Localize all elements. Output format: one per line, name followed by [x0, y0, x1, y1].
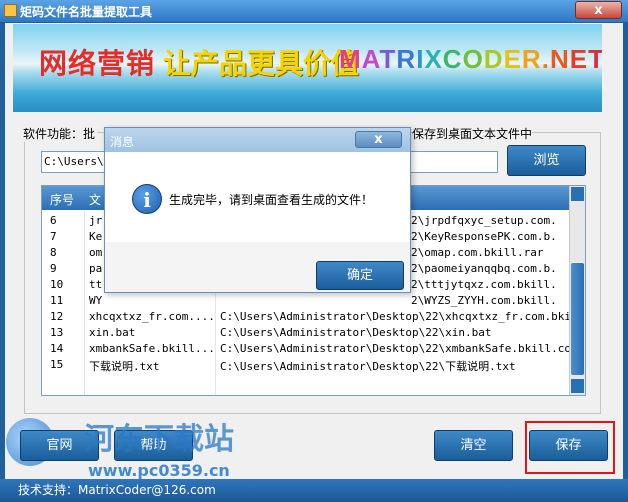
column-header-number[interactable]: 序号	[50, 191, 74, 208]
status-text: 技术支持：MatrixCoder@126.com	[18, 483, 216, 497]
window-title: 矩码文件名批量提取工具	[20, 5, 153, 19]
dialog-body: i 生成完毕，请到桌面查看生成的文件！	[105, 152, 410, 242]
banner-letter: M	[339, 44, 362, 74]
row-path: C:\Users\Administrator\Desktop\22\xmbank…	[220, 342, 578, 355]
row-path: C:\Users\Administrator\Desktop\22\下载说明.t…	[220, 360, 516, 373]
row-filename: tt	[89, 278, 103, 291]
list-item[interactable]: 13 xin.bat C:\Users\Administrator\Desktop\…	[42, 325, 569, 341]
list-item[interactable]: 12 xhcqxtxz_fr.com.... C:\Users\Administra…	[42, 309, 578, 325]
banner-letter: A	[361, 44, 380, 74]
row-filename: WY	[89, 294, 103, 307]
banner-text-en: MATRIXCODER.NET	[339, 44, 602, 75]
column-header-name[interactable]: 文	[89, 191, 101, 208]
banner-letter: T	[379, 44, 397, 74]
banner-letter: R	[396, 44, 417, 74]
watermark-url: www.pc0359.cn	[88, 461, 230, 480]
row-number: 15	[50, 358, 64, 371]
row-number: 11	[50, 294, 64, 307]
row-path: 2\jrpdfqxyc_setup.com.	[411, 214, 557, 227]
feature-description: 软件功能：批	[23, 125, 98, 142]
app-icon	[4, 4, 17, 17]
row-path: 2\paomeiyanqqbq.com.b.	[411, 262, 557, 275]
ok-button[interactable]: 确定	[316, 261, 404, 290]
banner-letter: E	[503, 44, 522, 74]
row-path: 2\omap.com.bkill.rar	[411, 246, 544, 259]
row-filename: xhcqxtxz_fr.com....	[89, 310, 215, 323]
row-path: C:\Users\Administrator\Desktop\22\xhcqxt…	[220, 310, 578, 323]
row-number: 14	[50, 342, 64, 355]
list-item[interactable]: 11 WY 2\WYZS_ZYYH.com.bkill.	[42, 293, 569, 309]
row-number: 9	[50, 262, 57, 275]
row-filename: jr	[89, 214, 103, 227]
dialog-title: 消息	[110, 135, 135, 149]
message-dialog: 消息 x i 生成完毕，请到桌面查看生成的文件！ 确定	[104, 127, 411, 293]
dialog-close-button[interactable]: x	[355, 131, 402, 148]
list-scrollbar[interactable]	[569, 186, 585, 395]
close-button[interactable]: x	[575, 1, 622, 19]
row-filename: 下载说明.txt	[89, 360, 160, 373]
scroll-thumb[interactable]	[571, 263, 584, 375]
row-filename: pa	[89, 262, 103, 275]
banner-image: 网络营销 让产品更具价值 MATRIXCODER.NET	[13, 24, 602, 112]
row-number: 10	[50, 278, 64, 291]
clear-button[interactable]: 清空	[434, 430, 513, 461]
banner-letter: N	[549, 44, 570, 74]
banner-letter: O	[462, 44, 484, 74]
row-path: 2\tttjytqxz.com.bkill.	[411, 278, 557, 291]
banner-letter: X	[424, 44, 443, 74]
app-window: 矩码文件名批量提取工具 x 网络营销 让产品更具价值 MATRIXCODER.N…	[0, 0, 628, 502]
dialog-message: 生成完毕，请到桌面查看生成的文件！	[169, 193, 374, 207]
row-number: 12	[50, 310, 64, 323]
title-bar[interactable]: 矩码文件名批量提取工具 x	[0, 0, 628, 22]
row-path: 2\WYZS_ZYYH.com.bkill.	[411, 294, 557, 307]
banner-letter: D	[483, 44, 504, 74]
row-number: 6	[50, 214, 57, 227]
row-number: 7	[50, 230, 57, 243]
row-filename: xmbankSafe.bkill...	[89, 342, 215, 355]
banner-text-cn2: 让产品更具价值	[163, 47, 360, 80]
scroll-up-arrow-icon[interactable]	[571, 187, 584, 201]
row-path: C:\Users\Administrator\Desktop\22\xin.ba…	[220, 326, 492, 339]
row-number: 8	[50, 246, 57, 259]
banner-letter: T	[588, 44, 602, 74]
banner-letter: E	[569, 44, 589, 74]
row-filename: xin.bat	[89, 326, 136, 339]
feature-description-tail: 保存到桌面文本文件中	[412, 125, 533, 142]
row-path: 2\KeyResponsePK.com.b.	[411, 230, 557, 243]
banner-text-cn1: 网络营销	[39, 47, 156, 80]
banner-letter: C	[442, 44, 463, 74]
row-number: 13	[50, 326, 64, 339]
banner-letter: .	[541, 44, 550, 74]
row-filename: om	[89, 246, 103, 259]
list-item[interactable]: 15 下载说明.txt C:\Users\Administrator\Desktop…	[42, 357, 569, 373]
browse-button[interactable]: 浏览	[507, 145, 586, 176]
watermark-text: 河东下载站	[84, 422, 234, 457]
list-item[interactable]: 14 xmbankSafe.bkill... C:\Users\Administra…	[42, 341, 578, 357]
banner-letter: R	[521, 44, 542, 74]
save-highlight-box	[525, 421, 615, 474]
info-icon: i	[132, 184, 162, 214]
dialog-title-bar[interactable]: 消息 x	[105, 128, 410, 152]
row-filename: Ke	[89, 230, 103, 243]
status-bar: 技术支持：MatrixCoder@126.com	[0, 479, 628, 502]
scroll-down-arrow-icon[interactable]	[571, 379, 584, 393]
